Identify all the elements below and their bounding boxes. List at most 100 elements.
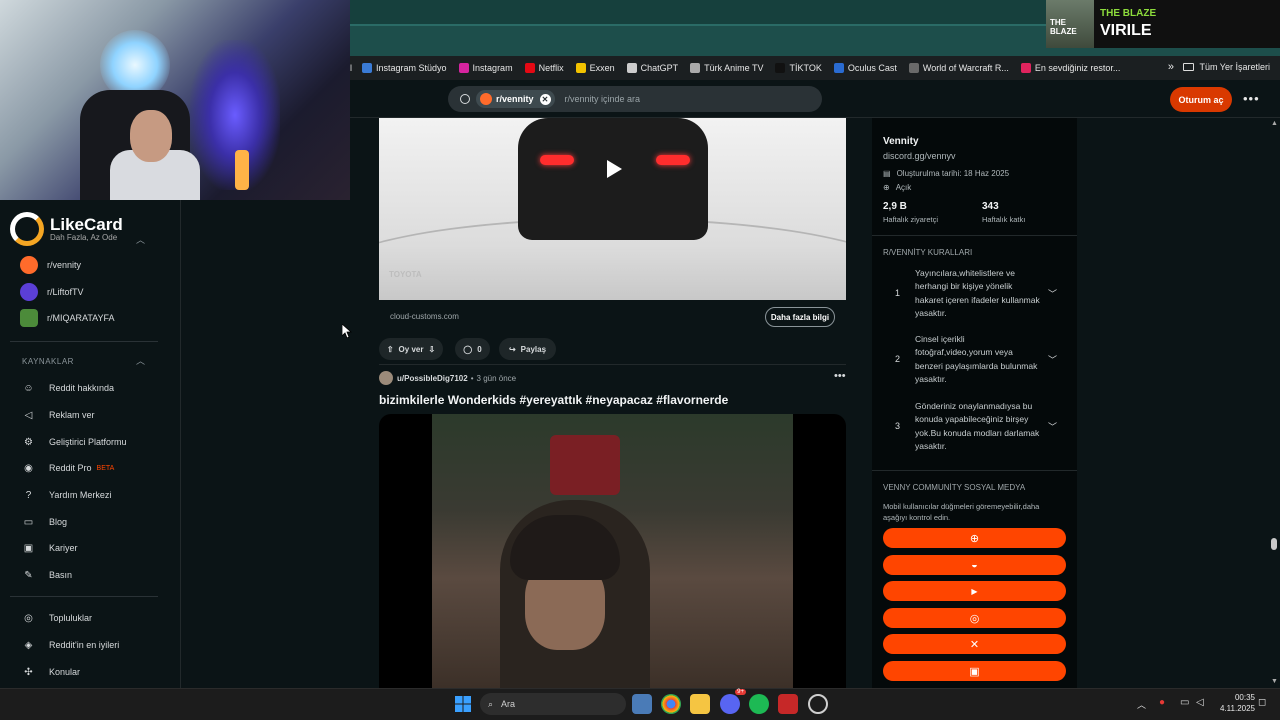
- chrome-icon[interactable]: [661, 694, 681, 714]
- bookmark-item[interactable]: Oculus Cast: [833, 63, 897, 73]
- sidebar-item-careers[interactable]: ▣ Kariyer: [20, 540, 78, 556]
- video-frame-banner: [550, 435, 620, 495]
- spotify-icon[interactable]: [749, 694, 769, 714]
- chevron-down-icon[interactable]: ﹀: [1048, 287, 1057, 300]
- bookmark-label: World of Warcraft R...: [922, 63, 1009, 73]
- bookmark-item[interactable]: Instagram: [458, 63, 513, 73]
- sidebar-item-communities[interactable]: ◎ Topluluklar: [20, 610, 92, 626]
- community-status: ⊕ Açık: [883, 183, 911, 192]
- microphone-icon[interactable]: ●: [1159, 697, 1165, 708]
- widgets-icon[interactable]: [632, 694, 652, 714]
- search-community-chip[interactable]: r/vennity ✕: [476, 90, 555, 108]
- chevron-up-icon[interactable]: ︿: [136, 354, 145, 367]
- social-button-twitch[interactable]: ▣: [883, 661, 1066, 681]
- chevron-down-icon[interactable]: ﹀: [1048, 420, 1057, 433]
- community-avatar: [20, 309, 38, 327]
- bookmark-item[interactable]: TİKTOK: [775, 63, 822, 73]
- chevron-up-icon[interactable]: ︿: [136, 233, 145, 246]
- learn-more-button[interactable]: Daha fazla bilgi: [765, 307, 835, 327]
- upvote-icon[interactable]: ⇧: [387, 345, 394, 354]
- sidebar-item-vennity[interactable]: r/vennity: [20, 256, 81, 274]
- sidebar-item-miqaratayfa[interactable]: r/MIQARATAYFA: [20, 309, 115, 327]
- network-icon[interactable]: ▭: [1180, 697, 1189, 708]
- rule-text[interactable]: Gönderiniz onaylanmadıysa bu konuda yapa…: [915, 400, 1040, 454]
- bookmark-item[interactable]: Türk Anime TV: [690, 63, 763, 73]
- community-name: Vennity: [883, 136, 919, 147]
- community-avatar: [20, 283, 38, 301]
- windows-start-icon[interactable]: [455, 696, 471, 712]
- social-button-youtube[interactable]: ▶: [883, 581, 1066, 601]
- search-chip-label: r/vennity: [496, 94, 534, 104]
- sidebar-item-label: Reddit hakkında: [49, 383, 115, 393]
- sidebar-item-label: Geliştirici Platformu: [49, 437, 127, 447]
- bookmark-item[interactable]: Exxen: [575, 63, 615, 73]
- twitch-icon: ▣: [969, 665, 980, 678]
- taskbar-clock[interactable]: 00:35 4.11.2025: [1215, 692, 1255, 714]
- bookmark-item[interactable]: Netflix: [524, 63, 564, 73]
- post-options-icon[interactable]: •••: [834, 370, 846, 382]
- scrollbar-thumb[interactable]: [1271, 538, 1277, 550]
- scroll-down-icon[interactable]: ▼: [1271, 678, 1278, 685]
- bookmark-item[interactable]: World of Warcraft R...: [908, 63, 1009, 73]
- briefcase-icon: ▣: [23, 542, 34, 554]
- notifications-icon[interactable]: ◻: [1258, 697, 1266, 708]
- scroll-up-icon[interactable]: ▲: [1271, 120, 1278, 127]
- sidebar-item-topics[interactable]: ✣ Konular: [20, 664, 80, 680]
- avatar[interactable]: [379, 371, 393, 385]
- sidebar-item-blog[interactable]: ▭ Blog: [20, 514, 67, 530]
- folder-icon: [1183, 63, 1195, 71]
- sidebar-item-developer-platform[interactable]: ⚙ Geliştirici Platformu: [20, 434, 127, 450]
- sidebar-item-about-reddit[interactable]: ☺ Reddit hakkında: [20, 380, 114, 396]
- chevron-down-icon[interactable]: ﹀: [1048, 353, 1057, 366]
- resources-section-title[interactable]: KAYNAKLAR: [22, 357, 74, 366]
- more-options-icon[interactable]: •••: [1243, 91, 1260, 106]
- sidebar-item-label: Basın: [49, 570, 73, 580]
- social-button-instagram[interactable]: ◎: [883, 608, 1066, 628]
- share-button[interactable]: ↪ Paylaş: [499, 338, 556, 360]
- play-icon[interactable]: [602, 158, 624, 180]
- app-icon[interactable]: [778, 694, 798, 714]
- search-placeholder[interactable]: r/vennity içinde ara: [565, 94, 641, 104]
- bookmark-item[interactable]: ChatGPT: [626, 63, 678, 73]
- page-scrollbar[interactable]: [1268, 118, 1280, 688]
- taskbar-search[interactable]: ⌕ Ara: [480, 693, 626, 715]
- bookmarks-overflow-icon[interactable]: »: [1168, 61, 1174, 73]
- bookmark-item[interactable]: Instagram Stüdyo: [362, 63, 447, 73]
- rule-text[interactable]: Yayıncılara,whitelistlere ve herhangi bi…: [915, 267, 1040, 321]
- sidebar-item-best-of-reddit[interactable]: ◈ Reddit'in en iyileri: [20, 637, 120, 653]
- discord-icon[interactable]: 9+: [720, 689, 746, 714]
- bookmark-item[interactable]: En sevdiğiniz restor...: [1020, 63, 1120, 73]
- all-bookmarks-button[interactable]: Tüm Yer İşaretleri: [1183, 62, 1270, 72]
- social-button-x[interactable]: ✕: [883, 634, 1066, 654]
- x-icon: ✕: [969, 638, 980, 651]
- video-watermark: TOYOTA: [389, 270, 422, 279]
- search-bar[interactable]: r/vennity ✕ r/vennity içinde ara: [448, 86, 822, 112]
- rule-text[interactable]: Cinsel içerikli fotoğraf,video,yorum vey…: [915, 333, 1040, 387]
- downvote-icon[interactable]: ⇩: [428, 345, 435, 354]
- sidebar-item-press[interactable]: ✎ Basın: [20, 567, 72, 583]
- post-title[interactable]: bizimkilerle Wonderkids #yereyattık #ney…: [379, 393, 728, 407]
- comment-icon: ◯: [463, 344, 473, 354]
- post-author[interactable]: u/PossibleDig7102: [397, 374, 468, 383]
- obs-icon[interactable]: [808, 694, 828, 714]
- vote-control[interactable]: ⇧ Oy ver ⇩: [379, 338, 443, 360]
- community-avatar-icon: [480, 93, 492, 105]
- close-icon[interactable]: ✕: [539, 93, 551, 105]
- comments-button[interactable]: ◯ 0: [455, 338, 490, 360]
- volume-icon[interactable]: ◁: [1196, 697, 1204, 708]
- tray-expand-icon[interactable]: ︿: [1137, 698, 1146, 711]
- sidebar-item-label: Reklam ver: [49, 410, 95, 420]
- file-explorer-icon[interactable]: [690, 694, 710, 714]
- social-button-website[interactable]: ⊕: [883, 528, 1066, 548]
- all-bookmarks-label: Tüm Yer İşaretleri: [1199, 62, 1270, 72]
- social-button-discord[interactable]: ◒: [883, 555, 1066, 575]
- sidebar-item-advertise[interactable]: ◁ Reklam ver: [20, 407, 95, 423]
- sidebar-item-help-center[interactable]: ? Yardım Merkezi: [20, 487, 112, 503]
- community-link[interactable]: discord.gg/vennyv: [883, 151, 956, 161]
- sidebar-item-reddit-pro[interactable]: ◉ Reddit Pro BETA: [20, 460, 114, 476]
- ad-domain[interactable]: cloud-customs.com: [390, 312, 459, 321]
- sidebar-item-liftoftv[interactable]: r/LiftofTV: [20, 283, 84, 301]
- sidebar-divider: [10, 596, 158, 597]
- globe-icon: ⊕: [969, 532, 980, 545]
- login-button[interactable]: Oturum aç: [1170, 87, 1232, 112]
